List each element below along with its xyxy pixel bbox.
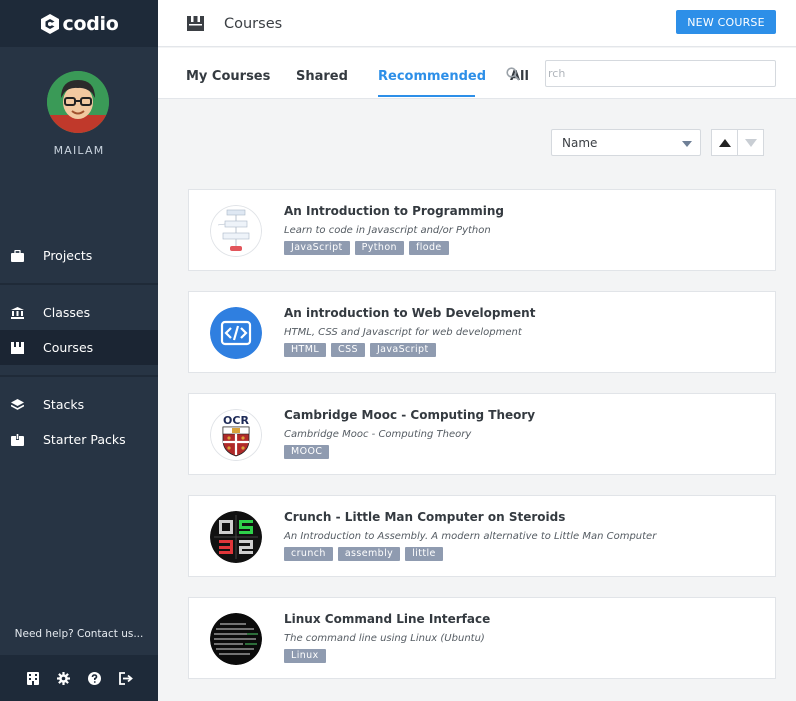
username: MAILAM <box>53 144 105 157</box>
course-tag[interactable]: Python <box>354 241 404 255</box>
logo-bar: codio <box>0 0 158 47</box>
tab-my-courses[interactable]: My Courses <box>186 69 270 84</box>
building-icon[interactable] <box>26 671 40 685</box>
course-title[interactable]: An Introduction to Programming <box>284 204 504 218</box>
sign-out-icon[interactable] <box>118 671 133 685</box>
active-tab-indicator <box>378 95 475 97</box>
arrow-up-icon <box>718 138 731 147</box>
arrow-down-icon <box>744 138 757 147</box>
course-title[interactable]: Linux Command Line Interface <box>284 612 490 626</box>
course-card[interactable]: An Introduction to Programming Learn to … <box>188 189 776 271</box>
package-icon <box>11 433 24 446</box>
course-tag[interactable]: HTML <box>284 343 327 357</box>
sidebar-item-label: Starter Packs <box>43 432 126 447</box>
search-input[interactable] <box>545 60 776 87</box>
course-tag[interactable]: CSS <box>331 343 365 357</box>
course-description: Cambridge Mooc - Computing Theory <box>284 429 472 440</box>
sidebar-item-classes[interactable]: Classes <box>0 295 158 330</box>
tab-recommended[interactable]: Recommended <box>378 69 486 84</box>
sidebar-item-label: Projects <box>43 248 93 263</box>
course-card[interactable]: OCR Cambridge Mooc - Computing Theory Ca… <box>188 393 776 475</box>
sidebar-item-starter-packs[interactable]: Starter Packs <box>0 422 158 457</box>
tab-bar: My Courses Shared Recommended All <box>158 48 796 99</box>
course-tags: MOOC <box>284 445 330 459</box>
codio-logo[interactable]: codio <box>40 13 119 35</box>
avatar[interactable] <box>47 71 109 133</box>
tab-shared[interactable]: Shared <box>296 69 348 84</box>
course-tag[interactable]: Linux <box>284 649 326 663</box>
course-description: The command line using Linux (Ubuntu) <box>284 633 485 644</box>
course-title[interactable]: Crunch - Little Man Computer on Steroids <box>284 510 565 524</box>
course-tag[interactable]: MOOC <box>284 445 330 459</box>
top-bar: Courses NEW COURSE <box>158 0 796 47</box>
code-icon <box>210 307 262 359</box>
course-card[interactable]: Crunch - Little Man Computer on Steroids… <box>188 495 776 577</box>
help-icon[interactable] <box>88 671 102 685</box>
sort-ascending-button[interactable] <box>711 129 738 156</box>
chevron-down-icon <box>682 141 692 147</box>
sidebar-item-label: Stacks <box>43 397 85 412</box>
page-title: Courses <box>224 16 283 32</box>
sort-selected-value: Name <box>562 135 598 150</box>
course-tag[interactable]: little <box>405 547 443 561</box>
course-description: HTML, CSS and Javascript for web develop… <box>284 327 522 338</box>
course-tag[interactable]: crunch <box>284 547 333 561</box>
course-title[interactable]: Cambridge Mooc - Computing Theory <box>284 408 535 422</box>
courses-icon <box>187 16 204 31</box>
sidebar-item-stacks[interactable]: Stacks <box>0 387 158 422</box>
sidebar-item-projects[interactable]: Projects <box>0 238 158 273</box>
sidebar-divider <box>0 283 158 285</box>
sort-select[interactable]: Name <box>551 129 701 156</box>
flowchart-icon <box>210 205 262 257</box>
course-tag[interactable]: JavaScript <box>284 241 350 255</box>
sidebar-item-label: Courses <box>43 340 94 355</box>
search-icon <box>506 67 520 81</box>
courses-icon <box>11 341 24 354</box>
ocr-crest-icon: OCR <box>210 409 262 461</box>
sort-descending-button[interactable] <box>737 129 764 156</box>
course-tags: JavaScript Python flode <box>284 241 449 255</box>
course-title[interactable]: An introduction to Web Development <box>284 306 535 320</box>
avatar-image <box>47 71 109 133</box>
svg-text:OCR: OCR <box>223 414 249 427</box>
sidebar-item-label: Classes <box>43 305 91 320</box>
course-tags: crunch assembly little <box>284 547 443 561</box>
course-tag[interactable]: flode <box>408 241 449 255</box>
course-card[interactable]: An introduction to Web Development HTML,… <box>188 291 776 373</box>
course-tags: HTML CSS JavaScript <box>284 343 436 357</box>
sidebar-item-courses[interactable]: Courses <box>0 330 158 365</box>
course-tag[interactable]: assembly <box>337 547 401 561</box>
course-tag[interactable]: JavaScript <box>369 343 436 357</box>
layers-icon <box>11 398 24 411</box>
codio-logo-icon <box>40 13 59 34</box>
brand-name: codio <box>62 12 119 35</box>
course-tags: Linux <box>284 649 326 663</box>
terminal-icon <box>210 613 262 665</box>
sidebar-footer <box>0 655 158 701</box>
briefcase-icon <box>11 249 24 262</box>
led-display-icon <box>210 511 262 563</box>
course-card[interactable]: Linux Command Line Interface The command… <box>188 597 776 679</box>
help-link[interactable]: Need help? Contact us... <box>0 628 158 640</box>
sidebar: codio MAILAM Projects Classes Courses St… <box>0 0 158 701</box>
sidebar-divider <box>0 375 158 377</box>
course-description: Learn to code in Javascript and/or Pytho… <box>284 225 491 236</box>
institution-icon <box>11 306 24 319</box>
course-description: An Introduction to Assembly. A modern al… <box>284 531 657 542</box>
new-course-button[interactable]: NEW COURSE <box>676 10 776 34</box>
gear-icon[interactable] <box>57 671 71 685</box>
